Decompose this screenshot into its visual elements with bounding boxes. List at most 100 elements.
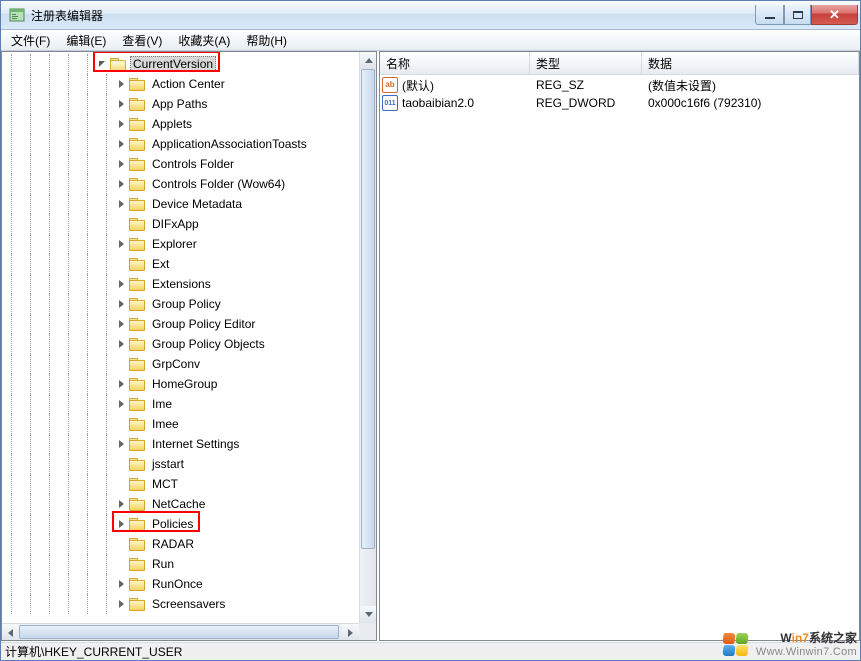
list-body[interactable]: ab(默认)REG_SZ(数值未设置)011taobaibian2.0REG_D…: [380, 75, 859, 640]
tree-item-netcache[interactable]: NetCache: [2, 494, 359, 514]
tree-item-mct[interactable]: MCT: [2, 474, 359, 494]
tree-label[interactable]: Group Policy Editor: [149, 316, 258, 332]
expander-icon[interactable]: [116, 114, 127, 134]
expander-icon[interactable]: [116, 274, 127, 294]
scroll-left-button[interactable]: [2, 624, 19, 640]
tree-label[interactable]: Group Policy Objects: [149, 336, 268, 352]
menu-edit[interactable]: 编辑(E): [58, 31, 114, 50]
tree-item-device-metadata[interactable]: Device Metadata: [2, 194, 359, 214]
vertical-scrollbar[interactable]: [359, 52, 376, 623]
menu-view[interactable]: 查看(V): [114, 31, 170, 50]
tree-item-radar[interactable]: RADAR: [2, 534, 359, 554]
tree-label[interactable]: CurrentVersion: [130, 56, 216, 72]
tree-label[interactable]: Device Metadata: [149, 196, 245, 212]
tree-label[interactable]: NetCache: [149, 496, 208, 512]
expander-icon[interactable]: [116, 194, 127, 214]
expander-icon[interactable]: [116, 174, 127, 194]
expander-icon[interactable]: [116, 294, 127, 314]
tree-label[interactable]: jsstart: [149, 456, 187, 472]
tree-label[interactable]: Controls Folder (Wow64): [149, 176, 288, 192]
tree-label[interactable]: Policies: [149, 516, 196, 532]
scroll-down-button[interactable]: [360, 606, 376, 623]
tree-label[interactable]: RunOnce: [149, 576, 206, 592]
tree-item-internet-settings[interactable]: Internet Settings: [2, 434, 359, 454]
expander-icon[interactable]: [116, 394, 127, 414]
tree-label[interactable]: Extensions: [149, 276, 214, 292]
tree-item-applicationassociationtoasts[interactable]: ApplicationAssociationToasts: [2, 134, 359, 154]
tree-item-explorer[interactable]: Explorer: [2, 234, 359, 254]
tree-item-imee[interactable]: Imee: [2, 414, 359, 434]
value-type: REG_DWORD: [530, 96, 642, 110]
minimize-button[interactable]: [755, 5, 784, 25]
tree-item-screensavers[interactable]: Screensavers: [2, 594, 359, 614]
tree-label[interactable]: Run: [149, 556, 177, 572]
tree-item-policies[interactable]: Policies: [2, 514, 359, 534]
tree-label[interactable]: HomeGroup: [149, 376, 220, 392]
menu-help[interactable]: 帮助(H): [238, 31, 295, 50]
expander-icon[interactable]: [116, 434, 127, 454]
menu-file[interactable]: 文件(F): [3, 31, 58, 50]
close-button[interactable]: ✕: [811, 5, 858, 25]
expander-icon[interactable]: [116, 134, 127, 154]
list-row[interactable]: ab(默认)REG_SZ(数值未设置): [380, 76, 859, 94]
expander-icon[interactable]: [116, 94, 127, 114]
tree-label[interactable]: GrpConv: [149, 356, 203, 372]
tree-label[interactable]: Imee: [149, 416, 182, 432]
scroll-right-button[interactable]: [342, 624, 359, 640]
tree-label[interactable]: Ime: [149, 396, 175, 412]
tree-item-run[interactable]: Run: [2, 554, 359, 574]
tree-item-runonce[interactable]: RunOnce: [2, 574, 359, 594]
tree-item-homegroup[interactable]: HomeGroup: [2, 374, 359, 394]
tree-label[interactable]: Applets: [149, 116, 195, 132]
tree-label[interactable]: Group Policy: [149, 296, 224, 312]
tree-item-group-policy[interactable]: Group Policy: [2, 294, 359, 314]
scroll-thumb-vertical[interactable]: [361, 69, 375, 549]
expander-icon[interactable]: [116, 494, 127, 514]
expander-icon[interactable]: [116, 594, 127, 614]
tree-item-jsstart[interactable]: jsstart: [2, 454, 359, 474]
column-data[interactable]: 数据: [642, 52, 859, 74]
tree-label[interactable]: App Paths: [149, 96, 210, 112]
tree-label[interactable]: Action Center: [149, 76, 228, 92]
expander-icon[interactable]: [116, 334, 127, 354]
tree-item-action-center[interactable]: Action Center: [2, 74, 359, 94]
tree-item-app-paths[interactable]: App Paths: [2, 94, 359, 114]
expander-icon[interactable]: [116, 314, 127, 334]
tree-label[interactable]: Controls Folder: [149, 156, 237, 172]
tree-item-applets[interactable]: Applets: [2, 114, 359, 134]
expander-icon[interactable]: [116, 154, 127, 174]
tree-item-extensions[interactable]: Extensions: [2, 274, 359, 294]
expander-icon[interactable]: [116, 514, 127, 534]
tree-item-group-policy-editor[interactable]: Group Policy Editor: [2, 314, 359, 334]
maximize-button[interactable]: [784, 5, 811, 25]
expander-icon[interactable]: [116, 574, 127, 594]
list-row[interactable]: 011taobaibian2.0REG_DWORD0x000c16f6 (792…: [380, 94, 859, 112]
tree-body[interactable]: CurrentVersion Action Center App Paths Appl…: [2, 52, 359, 623]
tree-label[interactable]: Explorer: [149, 236, 200, 252]
tree-item-ime[interactable]: Ime: [2, 394, 359, 414]
expander-icon[interactable]: [116, 74, 127, 94]
expander-icon[interactable]: [97, 54, 108, 74]
expander-icon[interactable]: [116, 234, 127, 254]
scroll-up-button[interactable]: [360, 52, 376, 69]
tree-label[interactable]: ApplicationAssociationToasts: [149, 136, 310, 152]
tree-label[interactable]: MCT: [149, 476, 181, 492]
column-name[interactable]: 名称: [380, 52, 530, 74]
tree-item-difxapp[interactable]: DIFxApp: [2, 214, 359, 234]
tree-label[interactable]: Ext: [149, 256, 172, 272]
tree-label[interactable]: Internet Settings: [149, 436, 242, 452]
tree-item-controls-folder[interactable]: Controls Folder: [2, 154, 359, 174]
tree-label[interactable]: Screensavers: [149, 596, 228, 612]
menu-favorites[interactable]: 收藏夹(A): [170, 31, 238, 50]
tree-item-grpconv[interactable]: GrpConv: [2, 354, 359, 374]
tree-item-controls-folder-wow64-[interactable]: Controls Folder (Wow64): [2, 174, 359, 194]
horizontal-scrollbar[interactable]: [2, 623, 359, 640]
tree-item-ext[interactable]: Ext: [2, 254, 359, 274]
tree-label[interactable]: DIFxApp: [149, 216, 202, 232]
column-type[interactable]: 类型: [530, 52, 642, 74]
expander-icon[interactable]: [116, 374, 127, 394]
scroll-thumb-horizontal[interactable]: [19, 625, 339, 639]
tree-label[interactable]: RADAR: [149, 536, 197, 552]
tree-item-group-policy-objects[interactable]: Group Policy Objects: [2, 334, 359, 354]
tree-item-currentversion[interactable]: CurrentVersion: [2, 54, 359, 74]
